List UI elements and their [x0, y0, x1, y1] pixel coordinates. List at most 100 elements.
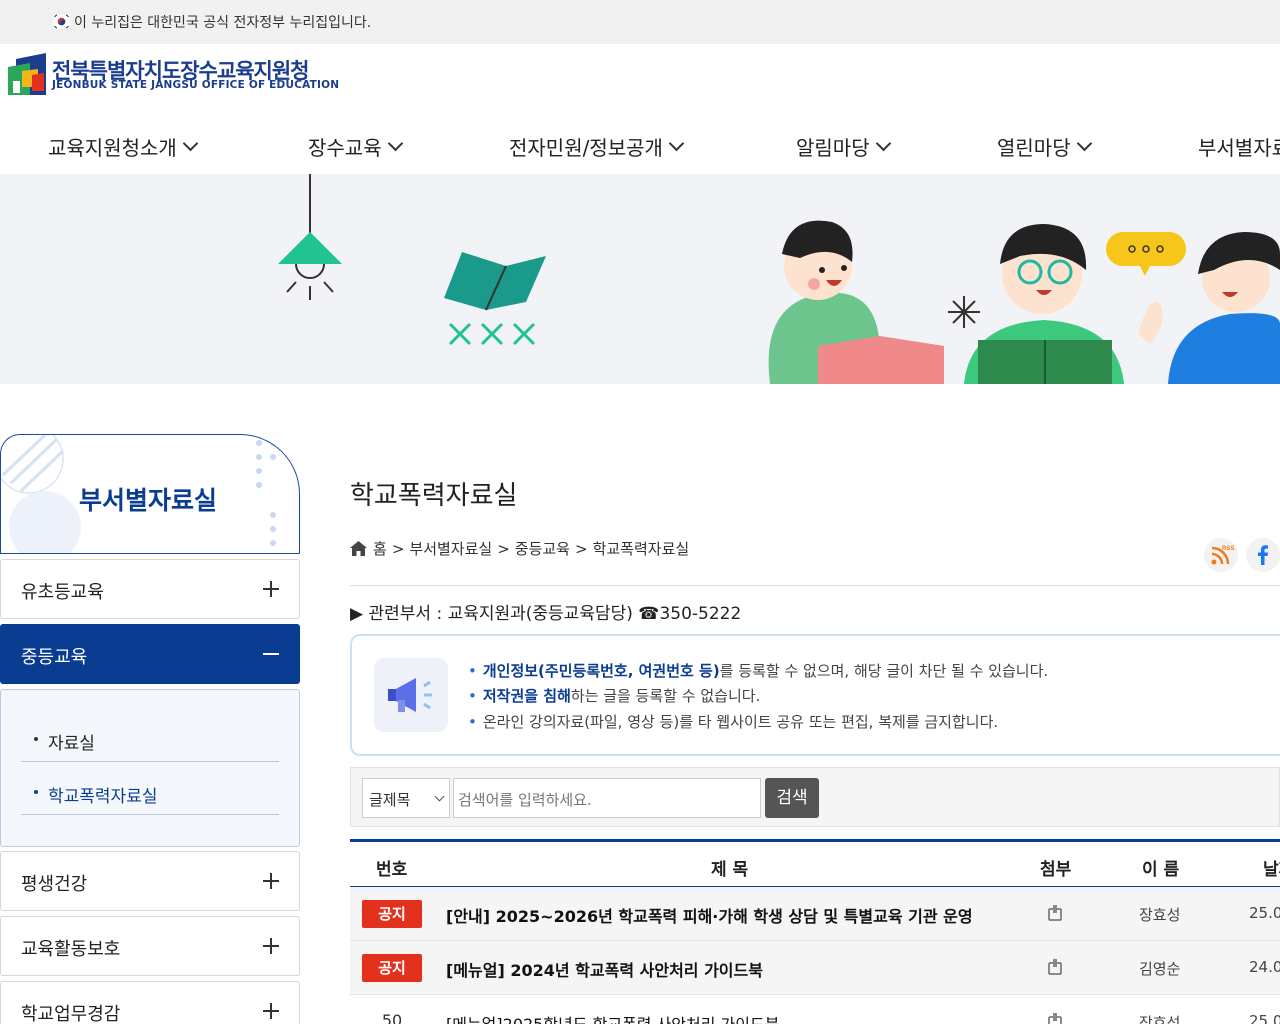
sub-banner: [0, 174, 1280, 384]
chevron-down-icon: [875, 135, 891, 152]
notice-badge: 공지: [362, 954, 422, 982]
chevron-down-icon: [182, 135, 199, 152]
bullet-icon: •: [468, 687, 477, 705]
posting-rule-text: 를 등록할 수 없으며, 해당 글이 차단 될 수 있습니다.: [719, 662, 1049, 680]
breadcrumb-item[interactable]: 부서별자료실: [409, 538, 492, 559]
logo-icon[interactable]: [8, 53, 46, 95]
divider: [350, 585, 1280, 586]
rss-button[interactable]: RSS: [1204, 538, 1238, 572]
lnb-item-teacher-protection[interactable]: 교육활동보호: [0, 916, 300, 976]
gnb-label: 교육지원청소개: [48, 136, 177, 160]
table-row[interactable]: 공지 [메뉴얼] 2024년 학교폭력 사안처리 가이드북 김영순 24.0: [350, 941, 1280, 995]
header-author: 이 름: [1142, 860, 1180, 880]
gnb-label: 부서별자료실: [1198, 136, 1280, 160]
table-header: 번호 제 목 첨부 이 름 날짜: [350, 839, 1280, 887]
lnb-sub-item-archive[interactable]: 자료실: [21, 718, 279, 762]
attachment-icon[interactable]: [1047, 958, 1063, 976]
breadcrumb-separator: >: [391, 539, 405, 558]
posting-rule: • 온라인 강의자료(파일, 영상 등)를 타 웹사이트 공유 또는 편집, 복제…: [468, 711, 998, 732]
header-subject: 제 목: [711, 860, 749, 880]
rss-icon: RSS: [1211, 546, 1234, 565]
gnb-label: 알림마당: [796, 136, 870, 160]
breadcrumb-home[interactable]: 홈: [373, 538, 387, 559]
plus-icon: [263, 873, 279, 889]
lnb-item-workload-reduction[interactable]: 학교업무경감: [0, 981, 300, 1024]
breadcrumb-separator: >: [497, 539, 510, 558]
main-navigation: 교육지원청소개 장수교육 전자민원/정보공개 알림마당 열린마당 부서별자료실: [0, 120, 1280, 172]
notice-badge: 공지: [362, 900, 422, 928]
search-bar: 글제목 검색어를 입력하세요. 검색: [350, 767, 1280, 827]
posting-rule-text: 온라인 강의자료(파일, 영상 등)를 타 웹사이트 공유 또는 편집, 복제를…: [482, 713, 999, 731]
lnb-submenu: 자료실 학교폭력자료실: [0, 689, 300, 847]
posting-rule-text: 하는 글을 등록할 수 없습니다.: [570, 687, 761, 705]
rss-label: RSS: [1222, 546, 1234, 552]
lnb-title-box: 부서별자료실: [0, 434, 300, 554]
chevron-down-icon: [1076, 135, 1092, 152]
table-row[interactable]: 50 [메뉴얼]2025학년도 학교폭력 사안처리 가이드북 장효성 25.0: [350, 995, 1280, 1024]
post-date: 25.0: [1249, 904, 1280, 922]
korea-flag-icon: [53, 13, 70, 30]
header-attach: 첨부: [1040, 860, 1072, 880]
post-author: 장효성: [1139, 906, 1181, 924]
posting-rule-emphasis: 개인정보(주민등록번호, 여권번호 등): [482, 662, 720, 680]
gnb-item-open[interactable]: 열린마당: [997, 132, 1092, 161]
search-field-select[interactable]: 글제목: [362, 778, 450, 818]
chevron-down-icon: [668, 135, 685, 152]
bullet-icon: •: [468, 662, 477, 680]
post-date: 24.0: [1249, 958, 1280, 976]
post-number: 50: [381, 1011, 403, 1024]
breadcrumb-current: 학교폭력자료실: [592, 540, 690, 558]
table-row[interactable]: 공지 [안내] 2025~2026년 학교폭력 피해·가해 학생 상담 및 특별…: [350, 887, 1280, 941]
search-button[interactable]: 검색: [765, 778, 819, 818]
breadcrumb-item[interactable]: 중등교육: [515, 538, 570, 559]
plus-icon: [263, 938, 279, 954]
gov-notice-bar: 이 누리집은 대한민국 공식 전자정부 누리집입니다.: [0, 0, 1280, 44]
page-title: 학교폭력자료실: [350, 481, 518, 511]
plus-icon: [263, 1003, 279, 1019]
minus-icon: [263, 653, 279, 655]
header-num: 번호: [376, 860, 408, 880]
gnb-item-civil[interactable]: 전자민원/정보공개: [509, 132, 685, 161]
posting-rule: • 저작권을 침해하는 글을 등록할 수 없습니다.: [468, 685, 760, 706]
bullet-icon: [34, 737, 38, 741]
lnb-item-lifelong-health[interactable]: 평생건강: [0, 851, 300, 911]
gnb-label: 장수교육: [308, 136, 382, 160]
gov-notice-text[interactable]: 이 누리집은 대한민국 공식 전자정부 누리집입니다.: [74, 12, 371, 32]
chevron-down-icon: [387, 135, 403, 152]
lnb-item-label: 학교업무경감: [21, 1004, 121, 1024]
lnb-sub-item-label: 자료실: [48, 734, 95, 754]
posting-rule: • 개인정보(주민등록번호, 여권번호 등)를 등록할 수 없으며, 해당 글이 …: [468, 660, 1048, 681]
post-title-link[interactable]: [안내] 2025~2026년 학교폭력 피해·가해 학생 상담 및 특별교육 …: [446, 903, 973, 927]
lnb-sub-item-school-violence[interactable]: 학교폭력자료실: [21, 771, 279, 815]
lnb-item-label: 중등교육: [21, 647, 88, 668]
post-title-link[interactable]: [메뉴얼]2025학년도 학교폭력 사안처리 가이드북: [446, 1011, 779, 1024]
bullet-icon: [34, 790, 38, 794]
megaphone-icon-box: [374, 658, 448, 732]
gnb-label: 열린마당: [997, 136, 1071, 160]
bullet-icon: •: [468, 713, 477, 731]
gnb-item-notice[interactable]: 알림마당: [796, 132, 891, 161]
facebook-share-button[interactable]: [1246, 538, 1280, 572]
chevron-down-icon: [434, 791, 445, 802]
lnb-item-elementary[interactable]: 유초등교육: [0, 559, 300, 619]
gnb-item-education[interactable]: 장수교육: [308, 132, 403, 161]
post-author: 장효성: [1139, 1014, 1181, 1024]
logo-subtitle: JEONBUK STATE JANGSU OFFICE OF EDUCATION: [52, 79, 340, 91]
megaphone-icon: [388, 678, 432, 712]
lnb-item-label: 교육활동보호: [21, 939, 121, 960]
search-input[interactable]: 검색어를 입력하세요.: [453, 778, 761, 818]
attachment-icon[interactable]: [1047, 904, 1063, 922]
banner-illustration: [278, 174, 1280, 384]
related-department: ▶ 관련부서 : 교육지원과(중등교육담당) ☎350-5222: [350, 604, 742, 624]
plus-icon: [263, 581, 279, 597]
lnb-item-label: 유초등교육: [21, 582, 104, 603]
header-date: 날짜: [1263, 860, 1280, 880]
gnb-item-intro[interactable]: 교육지원청소개: [48, 132, 199, 161]
gnb-item-dept-data[interactable]: 부서별자료실: [1198, 132, 1280, 161]
attachment-icon[interactable]: [1047, 1012, 1063, 1024]
lnb-item-secondary[interactable]: 중등교육: [0, 624, 300, 684]
home-icon: [350, 541, 367, 556]
posting-rules-box: • 개인정보(주민등록번호, 여권번호 등)를 등록할 수 없으며, 해당 글이 …: [350, 634, 1280, 756]
post-title-link[interactable]: [메뉴얼] 2024년 학교폭력 사안처리 가이드북: [446, 957, 763, 981]
posting-rule-emphasis: 저작권을 침해: [482, 687, 571, 705]
